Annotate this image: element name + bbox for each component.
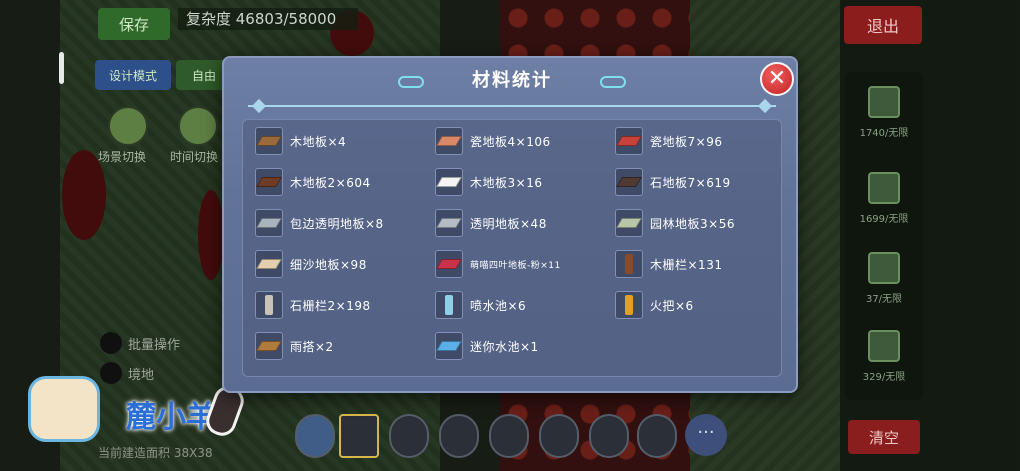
stone-fence-icon <box>255 291 283 319</box>
material-label: 迷你水池×1 <box>470 339 539 354</box>
material-label: 园林地板3×56 <box>650 216 735 231</box>
tool-slot[interactable] <box>637 414 677 458</box>
category-side-panel: 1740/无限 1699/无限 37/无限 329/无限 <box>845 72 923 400</box>
material-label: 火把×6 <box>650 298 694 313</box>
material-label: 木地板3×16 <box>470 175 543 190</box>
tool-slot[interactable] <box>539 414 579 458</box>
material-label: 瓷地板7×96 <box>650 134 723 149</box>
material-item: 雨搭×2 <box>255 332 334 360</box>
wood-floor-icon <box>255 127 283 155</box>
fountain-icon <box>435 291 463 319</box>
material-item: 木地板×4 <box>255 127 346 155</box>
material-label: 喷水池×6 <box>470 298 527 313</box>
title-ornament-icon <box>600 76 626 88</box>
dialog-title-band: 材料统计 <box>398 66 626 96</box>
material-label: 木地板×4 <box>290 134 347 149</box>
time-switch-label: 时间切换 <box>170 150 219 164</box>
wood-fence-icon <box>615 250 643 278</box>
material-label: 雨搭×2 <box>290 339 334 354</box>
scene-switch-label: 场景切换 <box>98 150 147 164</box>
sand-floor-icon <box>255 250 283 278</box>
scene-switch-button[interactable] <box>108 106 148 146</box>
furniture-category-icon <box>868 330 900 362</box>
material-item: 透明地板×48 <box>435 209 547 237</box>
category-item[interactable]: 37/无限 <box>845 252 923 305</box>
garden-floor-icon <box>615 209 643 237</box>
material-item: 木栅栏×131 <box>615 250 722 278</box>
tool-slot[interactable] <box>389 414 429 458</box>
material-item: 园林地板3×56 <box>615 209 735 237</box>
ceramic-floor-icon <box>435 127 463 155</box>
door-category-icon <box>868 252 900 284</box>
mini-pool-icon <box>435 332 463 360</box>
category-count: 1740/无限 <box>859 128 909 139</box>
material-item: 瓷地板7×96 <box>615 127 722 155</box>
ceramic-floor-red-icon <box>615 127 643 155</box>
category-count: 329/无限 <box>862 372 906 383</box>
category-item[interactable]: 329/无限 <box>845 330 923 383</box>
exit-button[interactable]: 退出 <box>844 6 922 44</box>
glass-floor-icon <box>435 209 463 237</box>
dialog-title: 材料统计 <box>472 70 552 91</box>
cat-mascot-icon <box>28 376 100 442</box>
design-mode-button[interactable]: 设计模式 <box>95 60 171 90</box>
bottom-toolbar: ··· <box>295 414 727 458</box>
batch-label: 批量操作 <box>128 338 181 353</box>
material-item: 木地板2×604 <box>255 168 371 196</box>
material-item: 包边透明地板×8 <box>255 209 384 237</box>
time-switch-button[interactable] <box>178 106 218 146</box>
material-label: 木地板2×604 <box>290 175 371 190</box>
white-floor-icon <box>435 168 463 196</box>
category-count: 37/无限 <box>865 294 903 305</box>
category-item[interactable]: 1699/无限 <box>845 172 923 225</box>
material-item: 木地板3×16 <box>435 168 542 196</box>
tool-slot[interactable] <box>339 414 379 458</box>
material-item: 石地板7×619 <box>615 168 731 196</box>
material-item: 迷你水池×1 <box>435 332 539 360</box>
glass-floor-edged-icon <box>255 209 283 237</box>
category-item[interactable]: 1740/无限 <box>845 86 923 139</box>
material-label: 萌喵四叶地板-粉×11 <box>470 260 561 271</box>
more-tools-button[interactable]: ··· <box>685 414 727 456</box>
material-label: 石地板7×619 <box>650 175 731 190</box>
material-item: 细沙地板×98 <box>255 250 367 278</box>
tool-slot[interactable] <box>489 414 529 458</box>
complexity-counter: 复杂度 46803/58000 <box>178 8 358 30</box>
stone-floor-icon <box>615 168 643 196</box>
wall-category-icon <box>868 172 900 204</box>
watermark-text: 麓小羊 <box>126 400 216 435</box>
awning-icon <box>255 332 283 360</box>
save-button[interactable]: 保存 <box>98 8 170 40</box>
tool-slot[interactable] <box>589 414 629 458</box>
material-stats-dialog: 材料统计 ✕ 木地板×4 瓷地板4×106 瓷地板7×96 木地板2×604 木地板3×… <box>222 56 798 393</box>
divider-ornament-icon <box>757 98 773 114</box>
clear-button[interactable]: 清空 <box>848 420 920 454</box>
material-label: 石栅栏2×198 <box>290 298 371 313</box>
material-item: 萌喵四叶地板-粉×11 <box>435 250 561 278</box>
eraser-tool[interactable] <box>295 414 335 458</box>
material-item: 火把×6 <box>615 291 694 319</box>
material-label: 包边透明地板×8 <box>290 216 384 231</box>
floor-category-icon <box>868 86 900 118</box>
material-label: 瓷地板4×106 <box>470 134 551 149</box>
material-label: 细沙地板×98 <box>290 257 367 272</box>
dark-wood-floor-icon <box>255 168 283 196</box>
category-count: 1699/无限 <box>859 214 909 225</box>
material-item: 石栅栏2×198 <box>255 291 371 319</box>
material-item: 瓷地板4×106 <box>435 127 551 155</box>
torch-icon <box>615 291 643 319</box>
title-divider <box>248 105 776 107</box>
tool-slot[interactable] <box>439 414 479 458</box>
drag-handle[interactable] <box>59 52 64 84</box>
close-button[interactable]: ✕ <box>760 62 794 96</box>
material-label: 透明地板×48 <box>470 216 547 231</box>
cat-clover-floor-icon <box>435 250 463 278</box>
material-label: 木栅栏×131 <box>650 257 723 272</box>
divider-ornament-icon <box>251 98 267 114</box>
material-item: 喷水池×6 <box>435 291 526 319</box>
watermark: 麓小羊 <box>20 368 248 448</box>
batch-toggle[interactable] <box>100 332 122 354</box>
material-list: 木地板×4 瓷地板4×106 瓷地板7×96 木地板2×604 木地板3×16 石地板7×… <box>242 119 782 377</box>
